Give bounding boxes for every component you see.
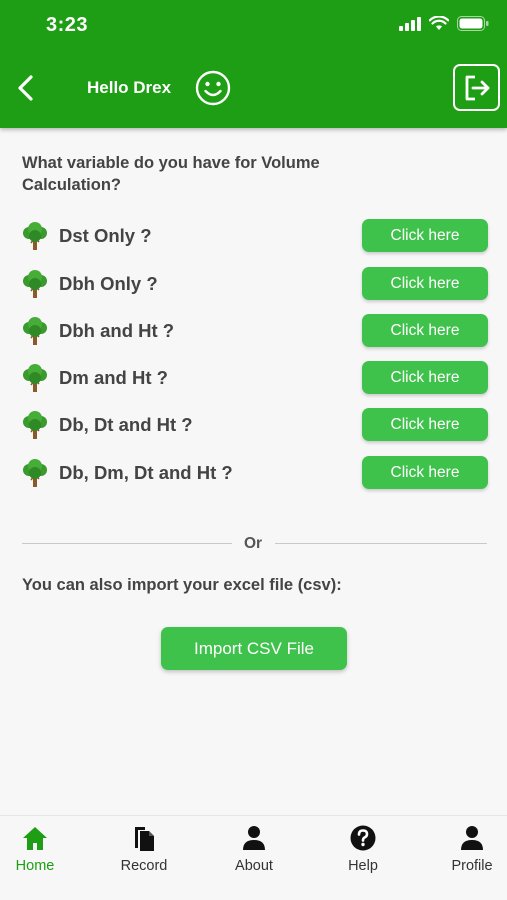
dbh-and-ht-click-button[interactable]: Click here	[362, 314, 488, 347]
nav-help[interactable]: Help	[323, 824, 403, 884]
option-label: Dbh and Ht ?	[59, 320, 175, 341]
person-icon	[461, 826, 483, 850]
nav-about[interactable]: About	[214, 824, 294, 884]
option-row: Db, Dm, Dt and Ht ? Click here	[22, 456, 488, 490]
nav-home-label: Home	[15, 858, 55, 874]
option-row: Dbh Only ? Click here	[22, 267, 488, 301]
battery-icon	[457, 16, 489, 31]
wifi-icon	[429, 16, 449, 30]
option-row: Dst Only ? Click here	[22, 219, 488, 253]
tree-icon	[23, 317, 47, 345]
bottom-nav: Home Record About Help Profile	[0, 815, 507, 900]
db-dt-ht-click-button[interactable]: Click here	[362, 408, 488, 441]
nav-profile-label: Profile	[451, 858, 493, 874]
status-icons	[399, 16, 489, 31]
volume-question: What variable do you have for Volume Cal…	[22, 154, 320, 194]
tree-icon	[23, 364, 47, 392]
logout-icon	[465, 75, 489, 100]
app-header: 3:23 Hello Drex	[0, 0, 507, 128]
option-label: Dst Only ?	[59, 225, 152, 246]
tree-icon	[23, 222, 47, 250]
dm-and-ht-click-button[interactable]: Click here	[362, 361, 488, 394]
chevron-left-icon	[18, 75, 33, 101]
divider-line-left	[22, 543, 232, 544]
help-icon	[350, 825, 376, 851]
back-button[interactable]	[12, 72, 40, 104]
smiley-icon	[195, 70, 231, 106]
nav-profile[interactable]: Profile	[432, 824, 507, 884]
option-row: Dm and Ht ? Click here	[22, 361, 488, 395]
import-csv-button[interactable]: Import CSV File	[161, 627, 347, 670]
tree-icon	[23, 459, 47, 487]
option-label: Db, Dt and Ht ?	[59, 414, 193, 435]
dbh-only-click-button[interactable]: Click here	[362, 267, 488, 300]
dst-only-click-button[interactable]: Click here	[362, 219, 488, 252]
status-time: 3:23	[46, 14, 89, 36]
db-dm-dt-ht-click-button[interactable]: Click here	[362, 456, 488, 489]
signal-icon	[399, 16, 421, 31]
option-row: Db, Dt and Ht ? Click here	[22, 408, 488, 442]
nav-home[interactable]: Home	[0, 824, 75, 884]
import-label: You can also import your excel file (csv…	[22, 576, 342, 594]
nav-about-label: About	[235, 858, 273, 874]
nav-record[interactable]: Record	[104, 824, 184, 884]
option-label: Dm and Ht ?	[59, 367, 168, 388]
home-icon	[23, 827, 47, 850]
person-icon	[243, 826, 265, 850]
tree-icon	[23, 270, 47, 298]
nav-record-label: Record	[120, 858, 168, 874]
tree-icon	[23, 411, 47, 439]
greeting-text: Hello Drex	[87, 78, 172, 97]
record-icon	[135, 827, 154, 851]
option-label: Dbh Only ?	[59, 273, 158, 294]
option-label: Db, Dm, Dt and Ht ?	[59, 462, 233, 483]
divider-line-right	[275, 543, 487, 544]
divider-or-text: Or	[244, 535, 263, 552]
option-row: Dbh and Ht ? Click here	[22, 314, 488, 348]
nav-help-label: Help	[348, 858, 378, 874]
logout-button[interactable]	[453, 64, 500, 111]
